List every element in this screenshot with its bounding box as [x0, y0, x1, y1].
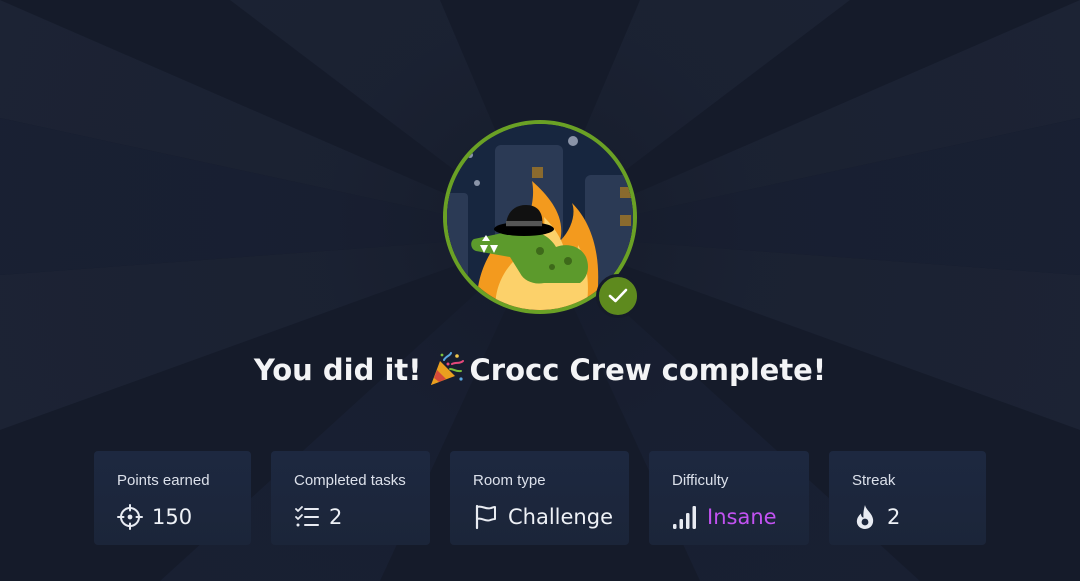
stat-card-room-type: Room type Challenge	[450, 451, 629, 545]
stat-value-points: 150	[152, 505, 193, 529]
flag-icon	[475, 504, 496, 530]
stat-label-completed-tasks: Completed tasks	[294, 472, 406, 489]
stat-value-difficulty: Insane	[707, 505, 777, 529]
signal-bars-icon	[673, 506, 696, 529]
stat-label-points: Points earned	[117, 472, 210, 489]
stat-card-completed-tasks: Completed tasks 2	[271, 451, 430, 545]
completed-check-badge	[596, 274, 640, 318]
stat-card-streak: Streak 2	[829, 451, 986, 545]
stat-value-streak: 2	[887, 505, 901, 529]
stat-card-points: Points earned 150	[94, 451, 251, 545]
checkmark-icon	[608, 288, 628, 303]
stat-label-room-type: Room type	[473, 472, 546, 489]
stat-value-completed-tasks: 2	[329, 505, 343, 529]
party-popper-icon	[430, 352, 464, 385]
stat-label-difficulty: Difficulty	[672, 472, 729, 489]
flame-icon	[856, 505, 874, 529]
room-stats: Points earned 150 Completed tasks 2 Room…	[0, 451, 1080, 545]
room-badge	[440, 117, 640, 318]
completion-headline: You did it! Crocc Crew complete!	[0, 352, 1080, 388]
stat-card-difficulty: Difficulty Insane	[649, 451, 809, 545]
checklist-icon	[295, 506, 319, 527]
stat-label-streak: Streak	[852, 472, 896, 489]
headline-suffix: Crocc Crew complete!	[469, 353, 827, 387]
headline-prefix: You did it!	[253, 353, 422, 387]
stat-value-room-type: Challenge	[508, 505, 613, 529]
crosshair-icon	[117, 504, 143, 530]
